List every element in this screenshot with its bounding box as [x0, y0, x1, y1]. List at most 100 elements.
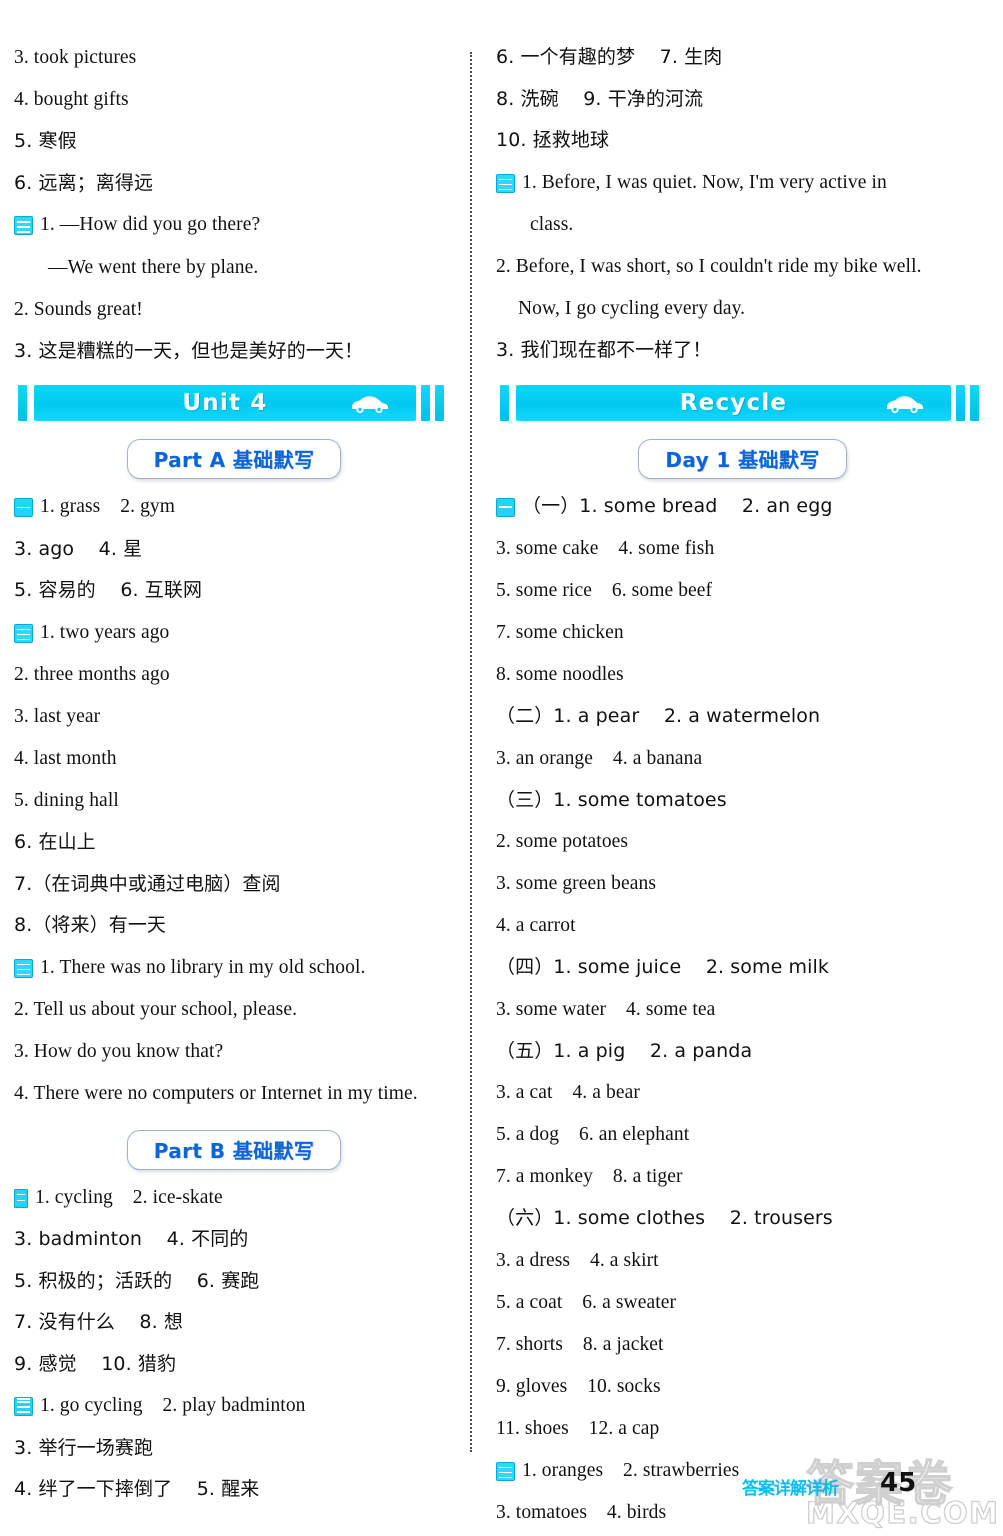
answer-text: 7. 没有什么 8. 想 — [14, 1311, 183, 1333]
answer-line: 1. There was no library in my old school… — [14, 956, 454, 978]
answer-line: 4. There were no computers or Internet i… — [14, 1084, 454, 1104]
unit-banner-title: Unit 4 — [182, 390, 268, 416]
answer-text: 2. Tell us about your school, please. — [14, 999, 298, 1020]
answer-line: 5. a coat 6. a sweater — [496, 1291, 989, 1313]
answer-line: （一）1. some bread 2. an egg — [496, 496, 989, 517]
answer-text: 8.（将来）有一天 — [14, 914, 167, 936]
page-footer: 答案卷 MXQE.COM 答案详解详析 45 — [0, 1440, 1003, 1536]
answer-text: 7. some chicken — [496, 622, 624, 643]
left-continued-answers: 3. took pictures 4. bought gifts 5. 寒假 6. 远… — [14, 48, 454, 361]
answer-line: 1. two years ago — [14, 622, 454, 643]
answer-line: 1. Before, I was quiet. Now, I'm very ac… — [496, 172, 989, 193]
day-1-answers: （一）1. some bread 2. an egg 3. some cake 4… — [496, 496, 989, 1523]
answer-text: 3. 我们现在都不一样了！ — [496, 339, 712, 361]
answer-line: 3. 我们现在都不一样了！ — [496, 341, 989, 360]
section-marker-icon — [496, 173, 515, 193]
answer-text: 11. shoes 12. a cap — [496, 1417, 660, 1439]
part-b-badge-text: Part B 基础默写 — [153, 1138, 315, 1163]
part-a-badge: Part A 基础默写 — [126, 439, 342, 479]
answer-line: 4. last month — [14, 749, 454, 769]
answer-text: 3. ago 4. 星 — [14, 537, 143, 560]
day-1-badge-wrap: Day 1 基础默写 — [496, 438, 989, 479]
answer-line: 2. Before, I was short, so I couldn't ri… — [496, 257, 989, 277]
answer-text: 6. 远离；离得远 — [14, 171, 154, 194]
answer-text: 8. 洗碗 9. 干净的河流 — [496, 87, 704, 110]
answer-line: 2. Sounds great! — [14, 298, 454, 320]
answer-text: 2. Sounds great! — [14, 298, 143, 320]
answer-text: 2. Before, I was short, so I couldn't ri… — [496, 256, 922, 277]
answer-line: 8. some noodles — [496, 665, 989, 685]
answer-text: 3. some green beans — [496, 873, 657, 894]
answer-line: 5. 容易的 6. 互联网 — [14, 581, 454, 600]
answer-text: 4. a carrot — [496, 915, 576, 936]
answer-line: 9. gloves 10. socks — [496, 1375, 989, 1397]
answer-line: （三）1. some tomatoes — [496, 788, 989, 811]
answer-text: Now, I go cycling every day. — [518, 298, 746, 319]
answer-text: 10. 拯救地球 — [496, 129, 610, 151]
car-icon — [352, 396, 388, 414]
answer-text: 5. 容易的 6. 互联网 — [14, 579, 203, 601]
answer-line: 1. go cycling 2. play badminton — [14, 1396, 454, 1416]
answer-line: （五）1. a pig 2. a panda — [496, 1039, 989, 1062]
answer-line: 3. some green beans — [496, 874, 989, 894]
answer-line: 3. some water 4. some tea — [496, 998, 989, 1020]
unit-banner-right: Recycle — [496, 383, 989, 425]
answer-text: class. — [530, 214, 574, 235]
answer-text: （四）1. some juice 2. some milk — [496, 956, 830, 978]
answer-text: （五）1. a pig 2. a panda — [496, 1039, 753, 1062]
answer-text: 9. gloves 10. socks — [496, 1375, 661, 1397]
part-a-badge-text: Part A 基础默写 — [153, 448, 315, 472]
answer-line: 3. 这是糟糕的一天，但也是美好的一天！ — [14, 341, 454, 361]
answer-line: 7. shorts 8. a jacket — [496, 1333, 989, 1355]
section-marker-icon — [14, 1397, 33, 1416]
answer-line: 7.（在词典中或通过电脑）查阅 — [14, 874, 454, 894]
banner-bar-right-1 — [956, 384, 965, 421]
answer-text: 1. There was no library in my old school… — [40, 956, 366, 978]
answer-line: 2. some potatoes — [496, 832, 989, 852]
answer-text: 3. badminton 4. 不同的 — [14, 1228, 249, 1250]
answer-line: 6. 一个有趣的梦 7. 生肉 — [496, 48, 989, 67]
recycle-banner-bar: Recycle — [516, 384, 951, 421]
answer-line: 5. 寒假 — [14, 132, 454, 151]
answer-line: 9. 感觉 10. 猎豹 — [14, 1352, 454, 1375]
answer-line: 3. a dress 4. a skirt — [496, 1250, 989, 1271]
section-marker-icon — [14, 498, 33, 517]
answer-line: 8.（将来）有一天 — [14, 916, 454, 935]
answer-text: —We went there by plane. — [48, 256, 259, 278]
answer-line: 2. three months ago — [14, 665, 454, 685]
answer-line: 5. dining hall — [14, 791, 454, 811]
answer-line: 5. 积极的；活跃的 6. 赛跑 — [14, 1269, 454, 1292]
answer-text: （三）1. some tomatoes — [496, 788, 727, 811]
banner-bar-right-2 — [970, 384, 979, 421]
part-a-badge-wrap: Part A 基础默写 — [14, 439, 454, 479]
unit-banner-bar: Unit 4 — [34, 385, 416, 421]
part-b-badge: Part B 基础默写 — [126, 1129, 342, 1170]
answer-text: 9. 感觉 10. 猎豹 — [14, 1352, 177, 1375]
answer-line: 3. an orange 4. a banana — [496, 748, 989, 769]
answer-line: 3. ago 4. 星 — [14, 537, 454, 560]
answer-line: 7. 没有什么 8. 想 — [14, 1313, 454, 1332]
answer-text: 5. some rice 6. some beef — [496, 580, 713, 601]
right-column: 6. 一个有趣的梦 7. 生肉 8. 洗碗 9. 干净的河流 10. 拯救地球 1. … — [470, 48, 1003, 1536]
watermark-bottom: MXQE.COM — [805, 1495, 1000, 1530]
answer-text: 3. took pictures — [14, 47, 137, 68]
answer-line: 3. How do you know that? — [14, 1042, 454, 1062]
answer-text: 3. some water 4. some tea — [496, 998, 716, 1020]
day-1-badge-text: Day 1 基础默写 — [665, 447, 820, 472]
two-column-layout: 3. took pictures 4. bought gifts 5. 寒假 6. 远… — [0, 0, 1003, 1536]
answer-line: 1. —How did you go there? — [14, 215, 454, 235]
answer-text: 2. three months ago — [14, 664, 170, 685]
answer-text: 5. a coat 6. a sweater — [496, 1291, 677, 1313]
part-b-badge-wrap: Part B 基础默写 — [14, 1129, 454, 1170]
answer-text: 6. 在山上 — [14, 831, 96, 853]
answer-text: 1. go cycling 2. play badminton — [40, 1395, 306, 1416]
answer-line: Now, I go cycling every day. — [496, 299, 989, 319]
answer-key-page: 3. took pictures 4. bought gifts 5. 寒假 6. 远… — [0, 0, 1003, 1536]
answer-text: 7. shorts 8. a jacket — [496, 1333, 664, 1355]
answer-text: 5. 积极的；活跃的 6. 赛跑 — [14, 1269, 260, 1292]
left-column: 3. took pictures 4. bought gifts 5. 寒假 6. 远… — [0, 48, 470, 1536]
answer-line: 3. a cat 4. a bear — [496, 1083, 989, 1103]
car-icon — [887, 395, 923, 413]
answer-line: 2. Tell us about your school, please. — [14, 1000, 454, 1020]
answer-text: 2. some potatoes — [496, 831, 629, 852]
